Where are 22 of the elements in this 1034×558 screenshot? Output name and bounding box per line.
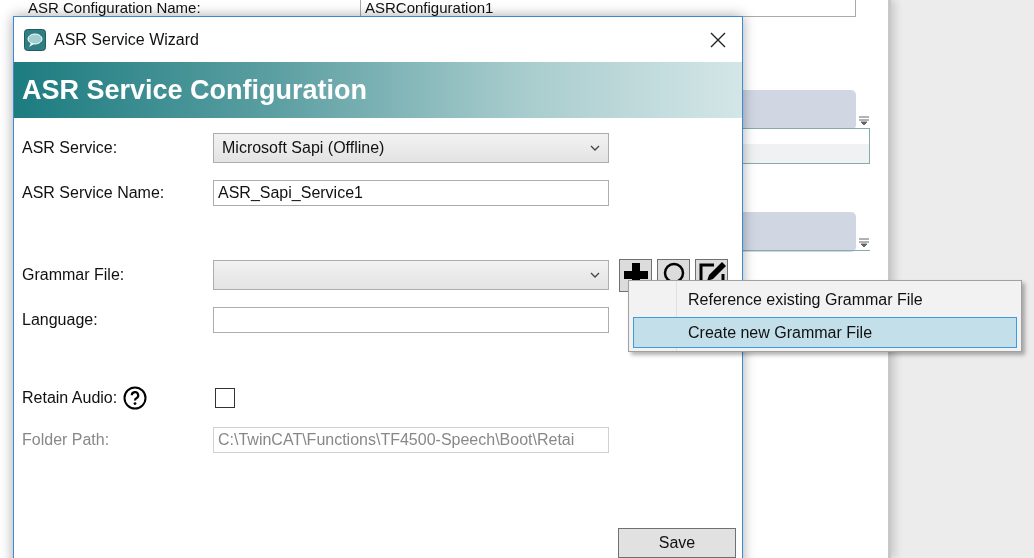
field-label: Grammar File:: [22, 266, 125, 284]
field-label: ASR Service:: [22, 139, 118, 157]
text-field[interactable]: [213, 307, 609, 333]
field-label: ASR Configuration Name:: [28, 0, 202, 15]
text-field[interactable]: ASR_Sapi_Service1: [213, 180, 609, 206]
help-icon[interactable]: [123, 386, 148, 410]
filter-icon[interactable]: [858, 116, 870, 126]
chat-icon: [24, 28, 46, 51]
menu-item[interactable]: Create new Grammar File: [633, 317, 1017, 348]
dropdown[interactable]: Microsoft Sapi (Offline): [213, 133, 609, 163]
chevron-down-icon: [590, 272, 600, 278]
window-title: ASR Service Wizard: [54, 30, 200, 49]
checkbox[interactable]: [215, 388, 235, 408]
field-label: Retain Audio:: [22, 389, 118, 407]
header-title: ASR Service Configuration: [21, 74, 368, 106]
field-label: Folder Path:: [22, 431, 110, 449]
filter-icon[interactable]: [858, 238, 870, 248]
menu-item[interactable]: Reference existing Grammar File: [633, 284, 1017, 315]
chevron-down-icon: [590, 145, 600, 151]
save-button[interactable]: Save: [618, 528, 736, 558]
field-label: Language:: [22, 311, 98, 329]
field-label: ASR Service Name:: [22, 184, 165, 202]
